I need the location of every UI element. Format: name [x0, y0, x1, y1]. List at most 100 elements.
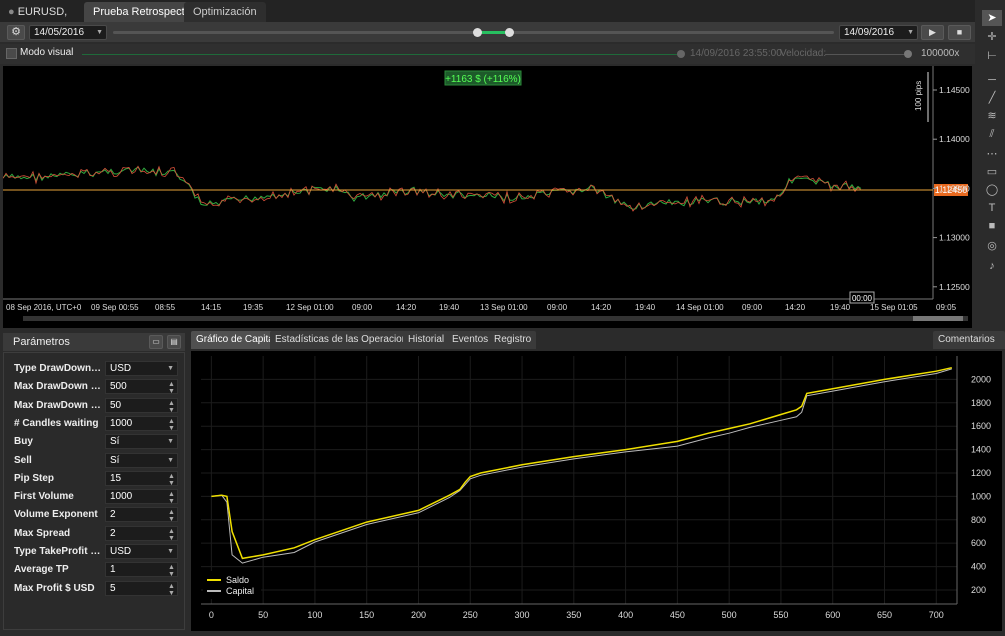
params-title: Parámetros [13, 336, 70, 348]
tab-log[interactable]: Registro [489, 331, 537, 349]
param-value-input[interactable]: 2 ▲▼ [105, 507, 178, 523]
backtest-controls: ⚙ 14/05/2016 ▼ 14/09/2016 ▼ ▶ ■ [0, 22, 975, 42]
x-tick-label: 250 [463, 610, 478, 620]
spinner-icon[interactable]: ▲▼ [168, 528, 175, 542]
text-tool-icon[interactable]: T [982, 200, 1002, 216]
param-value-input[interactable]: USD ▼ [105, 361, 178, 376]
param-value-input[interactable]: 1000 ▲▼ [105, 415, 178, 432]
play-button[interactable]: ▶ [921, 25, 944, 40]
param-row: First Volume 1000 ▲▼ [4, 488, 186, 506]
visibility-icon[interactable]: ◎ [982, 238, 1002, 254]
chart-scrollbar[interactable] [23, 316, 968, 321]
price-chart[interactable]: 1.12450 +1163 $ (+116%) 100 pips 1.14500… [2, 66, 972, 489]
price-tick-label: 1.14000 [939, 134, 970, 144]
cursor-arrow-icon[interactable]: ➤ [982, 10, 1002, 26]
time-tick-label: 14 Sep 01:00 [676, 303, 724, 312]
param-value: 2 [110, 509, 116, 521]
param-row: # Candles waiting 1000 ▲▼ [4, 415, 186, 433]
param-value-input[interactable]: USD ▼ [105, 544, 178, 559]
speed-slider[interactable] [825, 54, 905, 55]
save-icon[interactable]: ▤ [167, 335, 181, 349]
time-tick-label: 19:40 [635, 303, 656, 312]
spinner-icon[interactable]: ▼ [167, 454, 174, 467]
spinner-icon[interactable]: ▲▼ [168, 381, 175, 395]
range-start-handle[interactable] [473, 28, 482, 37]
param-value: 2 [110, 527, 116, 539]
y-tick-label: 2000 [971, 374, 991, 384]
spinner-icon[interactable]: ▲▼ [168, 491, 175, 505]
price-tick-label: 1.13000 [939, 233, 970, 243]
start-date-select[interactable]: 14/05/2016 ▼ [29, 25, 107, 40]
param-value-input[interactable]: 5 ▲▼ [105, 580, 178, 597]
alert-bell-icon[interactable]: ♪ [982, 258, 1002, 274]
tab-optimization[interactable]: Optimización [184, 2, 266, 22]
x-tick-label: 150 [359, 610, 374, 620]
param-value-input[interactable]: 15 ▲▼ [105, 470, 178, 487]
visual-mode-checkbox[interactable] [6, 48, 17, 59]
tab-events[interactable]: Eventos [447, 331, 494, 349]
spinner-icon[interactable]: ▼ [167, 545, 174, 558]
speed-handle[interactable] [904, 50, 912, 58]
cursor-time-label: 00:00 [852, 294, 873, 303]
time-tick-label: 19:40 [830, 303, 851, 312]
chevron-down-icon: ▼ [907, 29, 914, 36]
param-value-input[interactable]: 500 ▲▼ [105, 379, 178, 395]
spinner-icon[interactable]: ▲▼ [168, 418, 175, 432]
scrollbar-thumb[interactable] [913, 316, 963, 321]
time-tick-label: 19:40 [439, 303, 460, 312]
pips-scale-label: 100 pips [914, 81, 923, 111]
time-tick-label: 13 Sep 01:00 [480, 303, 528, 312]
param-value-input[interactable]: 50 ▲▼ [105, 397, 178, 414]
settings-gear-icon[interactable]: ⚙ [7, 25, 25, 40]
symbol-tab[interactable]: ● EURUSD, m5 [0, 2, 82, 38]
param-value: 1 [110, 564, 116, 576]
spinner-icon[interactable]: ▲▼ [168, 564, 175, 578]
time-tick-label: 15 Sep 01:05 [870, 303, 918, 312]
x-tick-label: 600 [825, 610, 840, 620]
progress-handle[interactable] [677, 50, 685, 58]
param-label: Sell [14, 454, 32, 466]
param-value: 500 [110, 381, 127, 393]
end-date-select[interactable]: 14/09/2016 ▼ [839, 25, 918, 40]
fibonacci-icon[interactable]: ≋ [982, 108, 1002, 124]
tab-trade-stats[interactable]: Estadísticas de las Operaciones [270, 331, 423, 349]
measure-icon[interactable]: ⊢ [982, 48, 1002, 64]
param-value-input[interactable]: 1 ▲▼ [105, 562, 178, 578]
crosshair-icon[interactable]: ✛ [982, 29, 1002, 45]
param-value-input[interactable]: 2 ▲▼ [105, 525, 178, 542]
fill-icon[interactable]: ■ [982, 218, 1002, 234]
tab-capital-chart[interactable]: Gráfico de Capital [191, 331, 282, 349]
comments-button[interactable]: Comentarios ▰ [933, 331, 1005, 363]
time-tick-label: 09:00 [352, 303, 373, 312]
param-value: 50 [110, 399, 122, 411]
param-label: Max Profit $ USD [14, 582, 95, 594]
spinner-icon[interactable]: ▲▼ [168, 509, 175, 523]
price-tick-label: 1.14500 [939, 85, 970, 95]
pitchfork-icon[interactable]: ⫽ [982, 126, 1002, 142]
rectangle-icon[interactable]: ▭ [982, 164, 1002, 180]
range-end-handle[interactable] [505, 28, 514, 37]
stop-button[interactable]: ■ [948, 25, 971, 40]
y-tick-label: 400 [971, 562, 986, 572]
spinner-icon[interactable]: ▲▼ [168, 400, 175, 414]
param-value-input[interactable]: 1000 ▲▼ [105, 489, 178, 505]
tab-history[interactable]: Historial [403, 331, 450, 349]
horizontal-line-icon[interactable]: ─ [982, 72, 1002, 88]
ellipse-icon[interactable]: ◯ [982, 182, 1002, 198]
spinner-icon[interactable]: ▲▼ [168, 473, 175, 487]
top-tab-bar: ● EURUSD, m5 Prueba Retrospectiva Optimi… [0, 0, 975, 38]
trend-line-icon[interactable]: ╱ [982, 90, 1002, 106]
grid-tool-icon[interactable]: ⋯ [982, 146, 1002, 162]
param-value-input[interactable]: Sí ▼ [105, 434, 178, 450]
param-value-input[interactable]: Sí ▼ [105, 452, 178, 468]
current-time: 14/09/2016 23:55:00 [690, 48, 782, 59]
spinner-icon[interactable]: ▲▼ [168, 583, 175, 597]
open-folder-icon[interactable]: ▭ [149, 335, 163, 349]
spinner-icon[interactable]: ▼ [167, 362, 174, 375]
param-label: Max Spread [14, 527, 71, 539]
series-line-saldo [211, 366, 952, 560]
param-row: Pip Step 15 ▲▼ [4, 470, 186, 488]
time-tick-label: 14:20 [396, 303, 417, 312]
spinner-icon[interactable]: ▼ [167, 435, 174, 448]
y-tick-label: 1800 [971, 398, 991, 408]
